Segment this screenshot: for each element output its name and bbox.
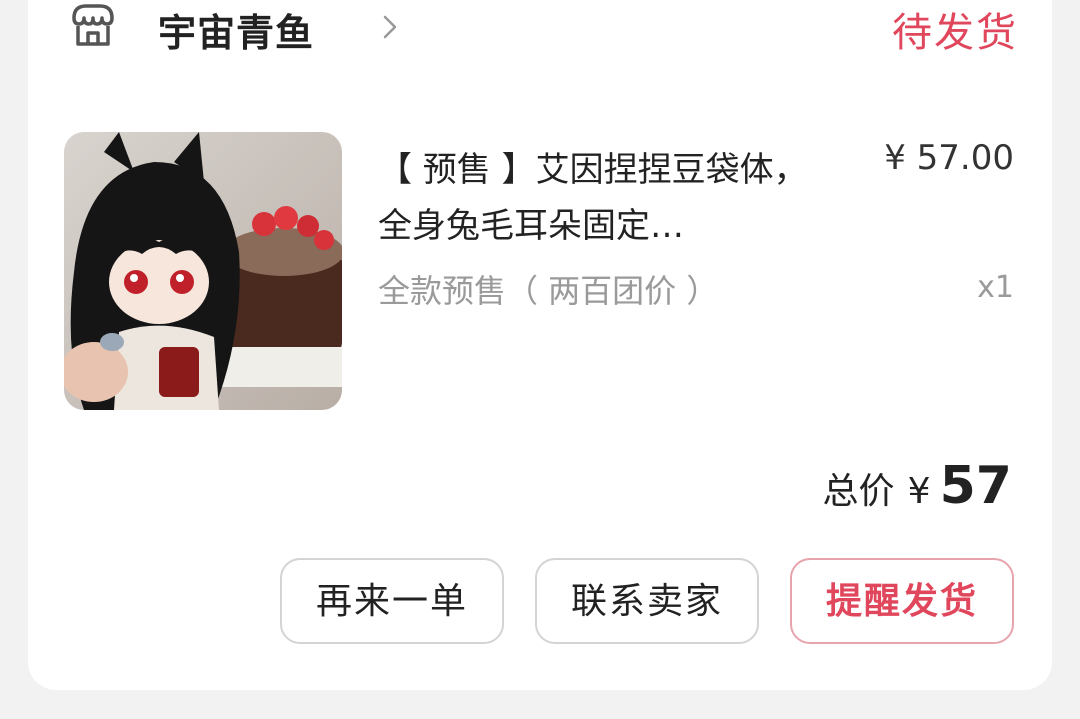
total-currency: ¥ — [907, 471, 931, 512]
product-photo — [64, 132, 342, 410]
order-status: 待发货 — [892, 10, 1018, 56]
order-header: 宇宙青鱼 待发货 — [68, 0, 1018, 70]
contact-seller-button[interactable]: 联系卖家 — [535, 558, 759, 644]
order-total: 总价 ¥ 57 — [823, 456, 1012, 516]
product-image[interactable] — [64, 132, 342, 410]
reorder-button[interactable]: 再来一单 — [280, 558, 504, 644]
product-quantity: x1 — [977, 270, 1014, 305]
product-price: ¥ 57.00 — [884, 138, 1014, 178]
shop-icon — [72, 4, 114, 46]
remind-shipping-button[interactable]: 提醒发货 — [790, 558, 1014, 644]
total-label: 总价 — [822, 471, 895, 512]
product-title[interactable]: 【 预售 】艾因捏捏豆袋体，全身兔毛耳朵固定… — [378, 142, 818, 254]
product-variant: 全款预售（ 两百团价 ） — [378, 272, 719, 310]
order-card: 宇宙青鱼 待发货 【 预售 】艾因捏捏豆袋体，全身兔毛耳朵固定… 全款预售（ 两… — [28, 0, 1052, 690]
total-value: 57 — [939, 456, 1012, 516]
shop-name[interactable]: 宇宙青鱼 — [158, 2, 314, 57]
chevron-right-icon[interactable] — [382, 14, 398, 40]
